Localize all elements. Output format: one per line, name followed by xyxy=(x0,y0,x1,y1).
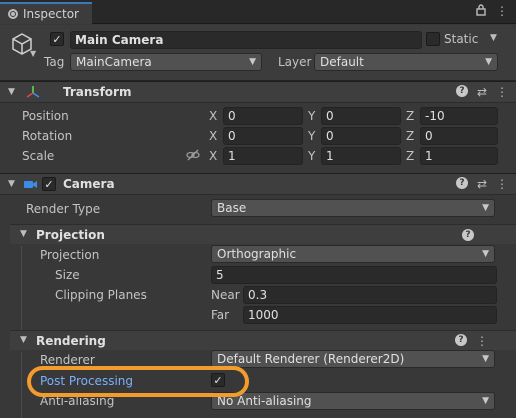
layer-label: Layer xyxy=(278,55,312,69)
rotation-label[interactable]: Rotation xyxy=(22,129,72,143)
gameobject-header: ▼ ✓ Main Camera Static ▼ Tag MainCamera … xyxy=(0,25,516,81)
anti-aliasing-dropdown[interactable]: No Anti-aliasing ▼ xyxy=(211,392,495,410)
camera-enabled-checkbox[interactable]: ✓ xyxy=(42,177,56,191)
camera-title: Camera xyxy=(63,177,115,191)
preset-sliders-icon[interactable]: ⇄ xyxy=(477,85,487,99)
position-z-field[interactable]: -10 xyxy=(420,107,498,125)
static-label: Static xyxy=(444,32,479,46)
scale-x-label[interactable]: X xyxy=(209,149,217,163)
position-x-label[interactable]: X xyxy=(209,109,217,123)
post-processing-checkbox[interactable]: ✓ xyxy=(211,373,225,387)
transform-header[interactable]: ▼ Transform ? ⇄ ⋮ xyxy=(0,81,516,103)
indent-guide xyxy=(21,246,22,330)
anti-aliasing-label[interactable]: Anti-aliasing xyxy=(40,394,114,408)
renderer-label[interactable]: Renderer xyxy=(40,353,95,367)
scale-z-field[interactable]: 1 xyxy=(420,147,498,165)
constrain-proportions-icon[interactable] xyxy=(186,149,200,164)
preset-sliders-icon[interactable]: ⇄ xyxy=(477,177,487,191)
help-icon[interactable]: ? xyxy=(462,229,474,241)
indent-guide xyxy=(21,352,22,418)
size-field[interactable]: 5 xyxy=(211,266,497,284)
foldout-expanded-icon[interactable]: ▼ xyxy=(8,179,15,189)
camera-icon xyxy=(24,179,38,193)
transform-title: Transform xyxy=(63,85,132,99)
tab-inspector[interactable]: Inspector xyxy=(0,2,92,24)
position-z-label[interactable]: Z xyxy=(406,109,414,123)
near-field[interactable]: 0.3 xyxy=(243,286,497,304)
tag-dropdown[interactable]: MainCamera ▼ xyxy=(70,53,262,71)
static-checkbox[interactable] xyxy=(426,32,440,46)
position-y-field[interactable]: 0 xyxy=(321,107,401,125)
render-type-value: Base xyxy=(217,201,247,215)
camera-header[interactable]: ▼ ✓ Camera ? ⇄ ⋮ xyxy=(0,173,516,195)
chevron-down-icon: ▼ xyxy=(482,396,489,406)
projection-value: Orthographic xyxy=(217,247,297,261)
size-label[interactable]: Size xyxy=(55,268,80,282)
layer-dropdown[interactable]: Default ▼ xyxy=(314,53,498,71)
chevron-down-icon: ▼ xyxy=(249,57,256,67)
scale-y-field[interactable]: 1 xyxy=(321,147,401,165)
rendering-title: Rendering xyxy=(36,334,106,348)
tag-dropdown-value: MainCamera xyxy=(76,55,152,69)
help-icon[interactable]: ? xyxy=(455,334,467,346)
lock-icon[interactable] xyxy=(476,4,486,19)
gameobject-name-field[interactable]: Main Camera xyxy=(70,31,422,49)
transform-axes-icon xyxy=(26,85,40,102)
renderer-value: Default Renderer (Renderer2D) xyxy=(217,352,405,366)
scale-x-field[interactable]: 1 xyxy=(223,147,303,165)
more-vertical-icon[interactable]: ⋮ xyxy=(496,4,508,19)
tag-label: Tag xyxy=(44,55,65,69)
gameobject-active-checkbox[interactable]: ✓ xyxy=(50,32,64,46)
help-icon[interactable]: ? xyxy=(455,177,468,189)
projection-subheader[interactable]: ▼ Projection ? xyxy=(10,224,516,244)
foldout-expanded-icon[interactable]: ▼ xyxy=(20,335,27,345)
more-vertical-icon[interactable]: ⋮ xyxy=(496,177,508,191)
rotation-y-field[interactable]: 0 xyxy=(321,127,401,145)
more-vertical-icon[interactable]: ⋮ xyxy=(476,334,488,348)
projection-dropdown[interactable]: Orthographic ▼ xyxy=(211,245,495,263)
tab-inspector-label: Inspector xyxy=(23,7,79,21)
layer-dropdown-value: Default xyxy=(320,55,364,69)
far-label[interactable]: Far xyxy=(211,308,229,322)
rotation-z-field[interactable]: 0 xyxy=(420,127,498,145)
projection-title: Projection xyxy=(36,228,105,242)
position-label[interactable]: Position xyxy=(22,109,69,123)
render-type-label[interactable]: Render Type xyxy=(26,202,100,216)
chevron-down-icon: ▼ xyxy=(482,249,489,259)
help-icon[interactable]: ? xyxy=(455,85,468,97)
projection-label[interactable]: Projection xyxy=(40,248,99,262)
far-field[interactable]: 1000 xyxy=(243,306,497,324)
more-vertical-icon[interactable]: ⋮ xyxy=(496,85,508,99)
render-type-dropdown[interactable]: Base ▼ xyxy=(211,199,495,217)
info-icon xyxy=(8,9,18,19)
position-x-field[interactable]: 0 xyxy=(223,107,303,125)
position-y-label[interactable]: Y xyxy=(308,109,315,123)
rotation-z-label[interactable]: Z xyxy=(406,129,414,143)
chevron-down-icon: ▼ xyxy=(482,203,489,213)
post-processing-label[interactable]: Post Processing xyxy=(40,374,133,388)
inspector-tab-bar: Inspector ⋮ xyxy=(0,0,516,24)
clipping-planes-label: Clipping Planes xyxy=(55,288,147,302)
chevron-down-icon: ▼ xyxy=(485,57,492,67)
scale-z-label[interactable]: Z xyxy=(406,149,414,163)
rendering-subheader[interactable]: ▼ Rendering ? ⋮ xyxy=(10,330,516,350)
renderer-dropdown[interactable]: Default Renderer (Renderer2D) ▼ xyxy=(211,350,495,368)
chevron-down-icon: ▼ xyxy=(482,354,489,364)
anti-aliasing-value: No Anti-aliasing xyxy=(217,394,312,408)
rotation-x-field[interactable]: 0 xyxy=(223,127,303,145)
rotation-y-label[interactable]: Y xyxy=(308,129,315,143)
scale-label[interactable]: Scale xyxy=(22,149,54,163)
foldout-expanded-icon[interactable]: ▼ xyxy=(20,229,27,239)
static-dropdown-arrow-icon[interactable]: ▼ xyxy=(490,33,497,43)
near-label[interactable]: Near xyxy=(211,288,240,302)
foldout-expanded-icon[interactable]: ▼ xyxy=(8,87,15,97)
scale-y-label[interactable]: Y xyxy=(308,149,315,163)
rotation-x-label[interactable]: X xyxy=(209,129,217,143)
icon-dropdown-arrow-icon[interactable]: ▼ xyxy=(30,49,36,58)
